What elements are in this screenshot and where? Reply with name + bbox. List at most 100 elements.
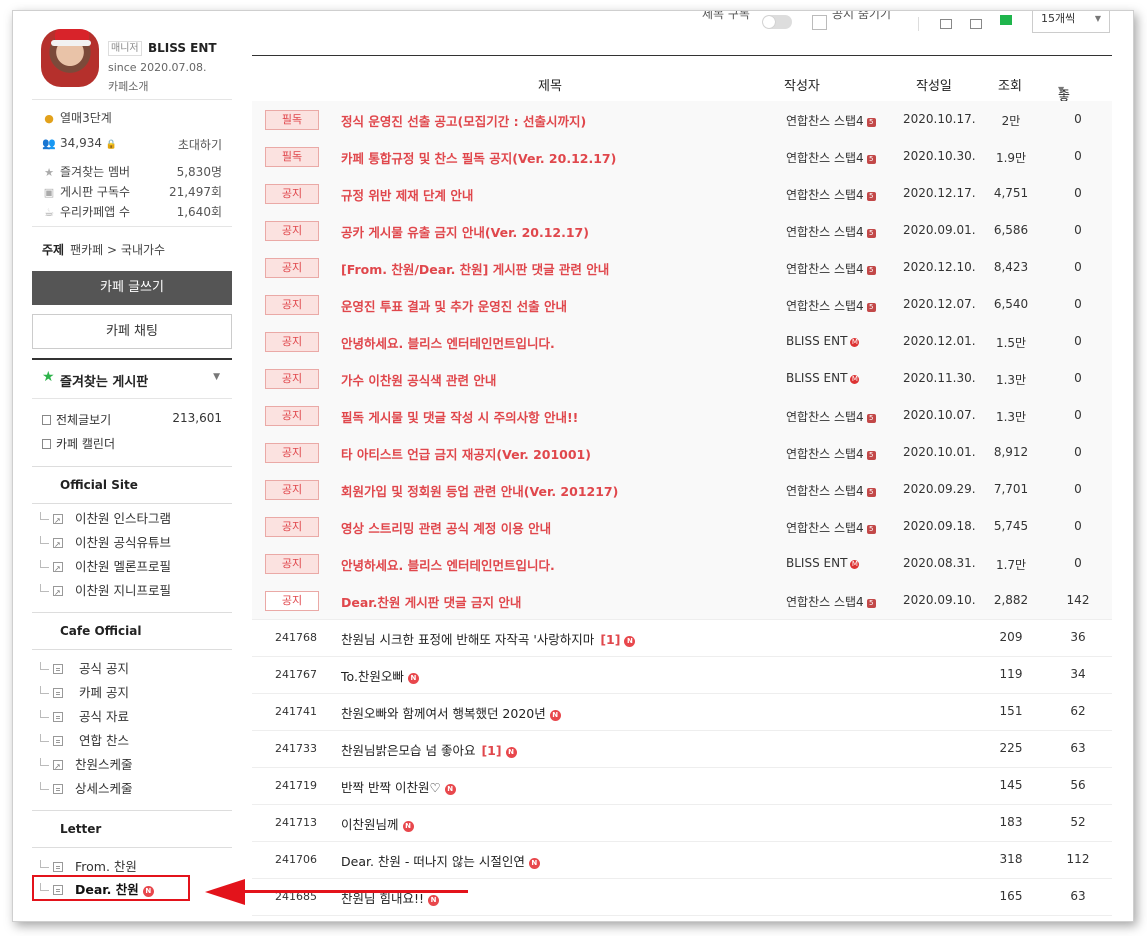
menu-item-official-notice[interactable]: 공식 공지 [40,658,230,680]
post-author[interactable]: BLISS ENT M [786,334,860,348]
post-title-link[interactable]: 운영진 투표 결과 및 추가 운영진 선출 안내 [341,296,567,315]
post-likes: 0 [1074,223,1082,237]
staff-level-icon: 5 [866,303,876,312]
avatar[interactable] [41,29,99,87]
post-row[interactable]: 241741 찬원오빠와 함께여서 행복했던 2020년 N 151 62 [252,693,1112,731]
chat-button[interactable]: 카페 채팅 [32,314,232,349]
post-author[interactable]: 연합찬스 스탭4 5 [786,297,876,314]
cafe-intro-link[interactable]: 카페소개 [108,78,148,94]
level-row[interactable]: ● 열매3단계 [42,109,232,126]
notice-row[interactable]: 공지 영상 스트리밍 관련 공식 계정 이용 안내 연합찬스 스탭4 5 2020.09… [252,508,1112,546]
post-author[interactable]: 연합찬스 스탭4 5 [786,112,876,129]
cafe-calendar-link[interactable]: 카페 캘린더 [42,435,115,452]
comment-count[interactable]: [1] [600,632,620,647]
post-row[interactable]: 241685 찬원님 힘내요!! N 165 63 [252,878,1112,916]
post-title-link[interactable]: 찬원오빠와 함께여서 행복했던 2020년 N [341,703,561,722]
menu-item-youtube[interactable]: 이찬원 공식유튜브 [40,532,230,556]
post-views: 4,751 [993,186,1029,200]
post-likes: 63 [1070,889,1086,903]
post-row[interactable]: 241713 이찬원님께 N 183 52 [252,804,1112,842]
subscribe-toggle[interactable] [762,15,792,29]
post-title-link[interactable]: 안녕하세요. 블리스 엔터테인먼트입니다. [341,333,555,352]
post-views: 5,745 [993,519,1029,533]
fav-members-row[interactable]: ★ 즐겨찾는 멤버 5,830명 [42,163,232,180]
post-title-link[interactable]: 규정 위반 제재 단계 안내 [341,185,473,204]
post-title-link[interactable]: Dear. 찬원 - 떠나지 않는 시절인연 N [341,851,540,870]
post-author[interactable]: 연합찬스 스탭4 5 [786,408,876,425]
board-subs-row[interactable]: ▣ 게시판 구독수 21,497회 [42,183,232,200]
author-name: BLISS ENT [786,556,848,570]
post-title-link[interactable]: To.찬원오빠 N [341,666,419,685]
section-letter: Letter [32,810,232,848]
menu-item-schedule[interactable]: 찬원스케줄 [40,754,230,778]
notice-row[interactable]: 필독 정식 운영진 선출 공고(모집기간 : 선출시까지) 연합찬스 스탭4 5 202… [252,101,1112,139]
menu-item-cafe-notice[interactable]: 카페 공지 [40,682,230,704]
notice-row[interactable]: 공지 가수 이찬원 공식색 관련 안내 BLISS ENT M 2020.11.30. 1… [252,360,1112,398]
invite-link[interactable]: 초대하기 [178,136,222,153]
menu-item-union-chance[interactable]: 연합 찬스 [40,730,230,752]
grid-view-icon[interactable] [970,19,982,29]
per-page-select[interactable]: 15개씩 ▼ [1032,11,1110,33]
post-author[interactable]: 연합찬스 스탭4 5 [786,445,876,462]
post-author[interactable]: 연합찬스 스탭4 5 [786,593,876,610]
post-title-link[interactable]: 찬원님밝은모습 넘 좋아요 [1] N [341,740,517,759]
notice-row[interactable]: 공지 운영진 투표 결과 및 추가 운영진 선출 안내 연합찬스 스탭4 5 2020.… [252,286,1112,324]
card-view-icon[interactable] [1000,15,1012,25]
post-title-link[interactable]: 안녕하세요. 블리스 엔터테인먼트입니다. [341,555,555,574]
post-title-link[interactable]: 회원가입 및 정회원 등업 관련 안내(Ver. 201217) [341,481,618,500]
post-title-link[interactable]: Dear.찬원 게시판 댓글 금지 안내 [341,592,521,611]
notice-tag: 공지 [265,443,319,463]
post-author[interactable]: 연합찬스 스탭4 5 [786,223,876,240]
post-title-link[interactable]: 이찬원님께 N [341,814,414,833]
write-button[interactable]: 카페 글쓰기 [32,271,232,305]
post-author[interactable]: BLISS ENT M [786,371,860,385]
manager-icon: M [850,560,860,569]
notice-row[interactable]: 필독 카페 통합규정 및 찬스 필독 공지(Ver. 20.12.17) 연합찬스 … [252,138,1112,176]
post-title-link[interactable]: 찬원님 시크한 표정에 반해또 자작곡 '사랑하지마 [1] N [341,629,636,648]
menu-item-official-data[interactable]: 공식 자료 [40,706,230,728]
post-title-link[interactable]: 가수 이찬원 공식색 관련 안내 [341,370,496,389]
post-title-link[interactable]: 반짝 반짝 이찬원♡ N [341,777,456,796]
notice-row[interactable]: 공지 규정 위반 제재 단계 안내 연합찬스 스탭4 5 2020.12.17. 4,75… [252,175,1112,213]
new-badge: N [528,858,540,869]
post-author[interactable]: 연합찬스 스탭4 5 [786,260,876,277]
notice-row[interactable]: 공지 공카 게시물 유출 금지 안내(Ver. 20.12.17) 연합찬스 스탭4… [252,212,1112,250]
post-title-link[interactable]: 정식 운영진 선출 공고(모집기간 : 선출시까지) [341,111,586,130]
notice-row[interactable]: 공지 회원가입 및 정회원 등업 관련 안내(Ver. 201217) 연합찬스 스… [252,471,1112,509]
notice-row[interactable]: 공지 필독 게시물 및 댓글 작성 시 주의사항 안내!! 연합찬스 스탭4 5 202… [252,397,1112,435]
notice-row[interactable]: 공지 타 아티스트 언급 금지 재공지(Ver. 201001) 연합찬스 스탭4 5… [252,434,1112,472]
list-view-icon[interactable] [940,19,952,29]
profile-name[interactable]: BLISS ENT [148,41,217,55]
menu-item-detail-schedule[interactable]: 상세스케줄 [40,778,230,800]
notice-row[interactable]: 공지 Dear.찬원 게시판 댓글 금지 안내 연합찬스 스탭4 5 2020.09.1… [252,582,1112,620]
app-row[interactable]: ☕ 우리카페앱 수 1,640회 [42,203,232,220]
post-author[interactable]: BLISS ENT M [786,556,860,570]
post-author[interactable]: 연합찬스 스탭4 5 [786,482,876,499]
post-author[interactable]: 연합찬스 스탭4 5 [786,149,876,166]
post-likes: 56 [1070,778,1086,792]
post-author[interactable]: 연합찬스 스탭4 5 [786,186,876,203]
all-posts-link[interactable]: 전체글보기 213,601 [42,411,222,428]
post-title-link[interactable]: 카페 통합규정 및 찬스 필독 공지(Ver. 20.12.17) [341,148,616,167]
menu-item-melon[interactable]: 이찬원 멜론프로필 [40,556,230,580]
post-row[interactable]: 241733 찬원님밝은모습 넘 좋아요 [1] N 225 63 [252,730,1112,768]
menu-item-instagram[interactable]: 이찬원 인스타그램 [40,508,230,532]
comment-count[interactable]: [1] [481,743,501,758]
post-title-link[interactable]: 공카 게시물 유출 금지 안내(Ver. 20.12.17) [341,222,589,241]
post-row[interactable]: 241768 찬원님 시크한 표정에 반해또 자작곡 '사랑하지마 [1] N 209 3… [252,619,1112,657]
notice-row[interactable]: 공지 안녕하세요. 블리스 엔터테인먼트입니다. BLISS ENT M 2020.08… [252,545,1112,583]
menu-item-genie[interactable]: 이찬원 지니프로필 [40,580,230,604]
hide-notice-checkbox[interactable] [812,15,827,30]
post-title-link[interactable]: 영상 스트리밍 관련 공식 계정 이용 안내 [341,518,551,537]
notice-row[interactable]: 공지 [From. 찬원/Dear. 찬원] 게시판 댓글 관련 안내 연합찬스 스… [252,249,1112,287]
post-row[interactable]: 241719 반짝 반짝 이찬원♡ N 145 56 [252,767,1112,805]
notice-row[interactable]: 공지 안녕하세요. 블리스 엔터테인먼트입니다. BLISS ENT M 2020.12… [252,323,1112,361]
post-author[interactable]: 연합찬스 스탭4 5 [786,519,876,536]
post-row[interactable]: 241767 To.찬원오빠 N 119 34 [252,656,1112,694]
post-title-link[interactable]: 필독 게시물 및 댓글 작성 시 주의사항 안내!! [341,407,578,426]
post-title-link[interactable]: [From. 찬원/Dear. 찬원] 게시판 댓글 관련 안내 [341,259,609,278]
post-likes: 62 [1070,704,1086,718]
post-title-link[interactable]: 타 아티스트 언급 금지 재공지(Ver. 201001) [341,444,591,463]
favorite-boards-toggle[interactable]: ★ 즐겨찾는 게시판 ▼ [32,358,232,399]
post-row[interactable]: 241706 Dear. 찬원 - 떠나지 않는 시절인연 N 318 112 [252,841,1112,879]
